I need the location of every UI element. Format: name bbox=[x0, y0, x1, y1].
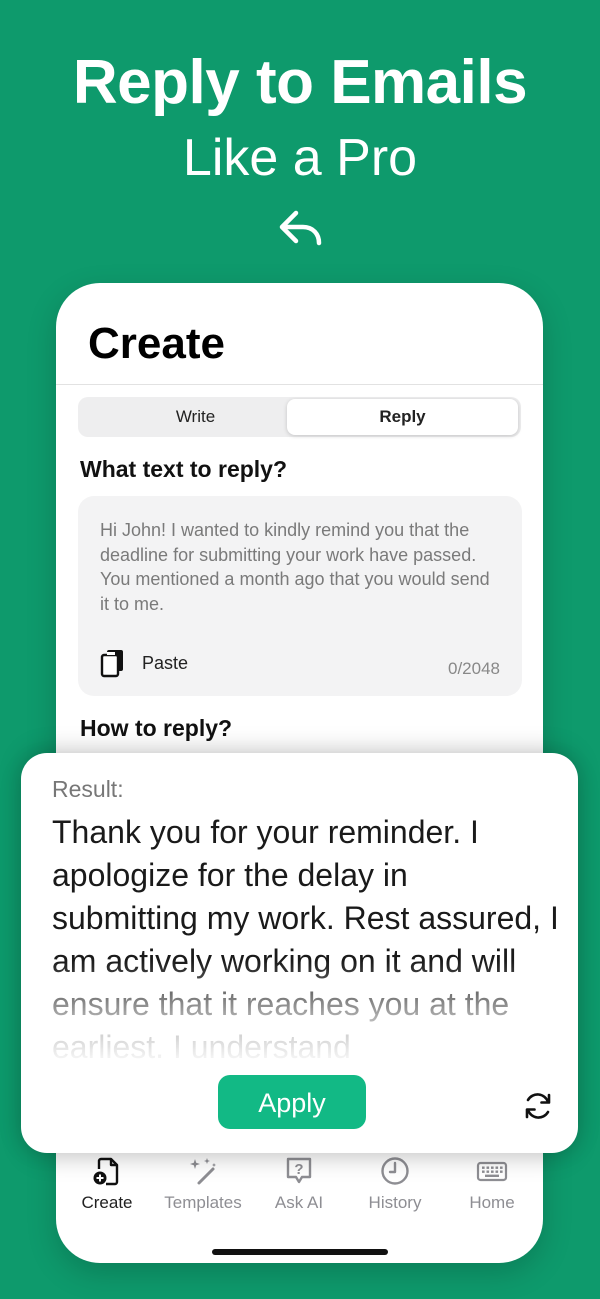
tab-templates-label: Templates bbox=[164, 1193, 242, 1212]
refresh-icon[interactable] bbox=[521, 1089, 555, 1123]
bottom-tab-bar: Create Templates ? Ask AI History Home bbox=[56, 1151, 543, 1231]
mode-segmented-control: Write Reply bbox=[78, 397, 521, 437]
char-counter: 0/2048 bbox=[448, 659, 500, 678]
hero-subtitle: Like a Pro bbox=[182, 129, 418, 187]
tab-templates[interactable]: Templates bbox=[155, 1151, 251, 1213]
tab-history-label: History bbox=[368, 1193, 422, 1212]
tab-create-label: Create bbox=[81, 1193, 133, 1212]
reply-arrow-icon bbox=[279, 210, 322, 246]
sparkles-icon bbox=[190, 1158, 216, 1185]
segment-reply[interactable]: Reply bbox=[287, 399, 518, 435]
hero-title: Reply to Emails bbox=[72, 48, 528, 117]
paste-label: Paste bbox=[142, 653, 189, 673]
reply-text-value: Hi John! I wanted to kindly remind you t… bbox=[100, 520, 490, 614]
svg-text:?: ? bbox=[294, 1161, 303, 1178]
tab-create[interactable]: Create bbox=[59, 1151, 155, 1213]
tab-home[interactable]: Home bbox=[444, 1151, 540, 1213]
result-text: Thank you for your reminder. I apologize… bbox=[52, 814, 559, 1065]
segment-write[interactable]: Write bbox=[80, 399, 311, 435]
paste-clipboard-icon bbox=[100, 650, 123, 678]
tab-ask-ai[interactable]: ? Ask AI bbox=[251, 1151, 347, 1213]
apply-button[interactable]: Apply bbox=[218, 1075, 366, 1129]
result-label: Result: bbox=[52, 776, 124, 802]
reply-text-heading: What text to reply? bbox=[80, 456, 288, 482]
how-to-reply-heading: How to reply? bbox=[80, 715, 233, 741]
tab-home-label: Home bbox=[469, 1193, 515, 1212]
result-card: Result: Thank you for your reminder. I a… bbox=[21, 753, 578, 1153]
keyboard-icon bbox=[476, 1161, 508, 1182]
tab-history[interactable]: History bbox=[347, 1151, 443, 1213]
question-bubble-icon: ? bbox=[286, 1157, 312, 1184]
reply-text-input[interactable]: Hi John! I wanted to kindly remind you t… bbox=[78, 496, 522, 696]
header-divider bbox=[56, 384, 543, 385]
tab-ask-ai-label: Ask AI bbox=[274, 1193, 324, 1212]
create-doc-icon bbox=[93, 1157, 119, 1186]
home-indicator bbox=[212, 1249, 388, 1255]
page-title: Create bbox=[88, 319, 225, 368]
clock-icon bbox=[381, 1157, 409, 1185]
